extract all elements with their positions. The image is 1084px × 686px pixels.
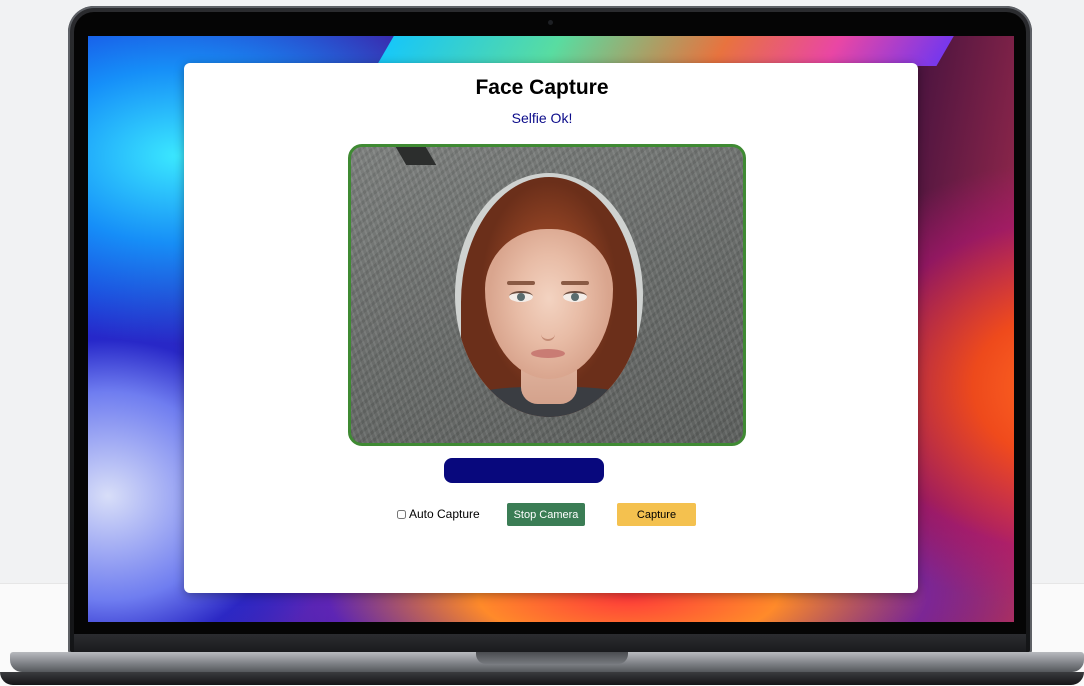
laptop-feet [0,672,1084,685]
stop-camera-button[interactable]: Stop Camera [507,503,585,526]
face-guide-oval [455,173,643,417]
auto-capture-option[interactable]: Auto Capture [397,507,480,521]
left-eye [509,291,533,302]
laptop-base-notch [476,652,628,664]
right-eye [563,291,587,302]
laptop-hinge [74,634,1026,652]
right-eyebrow [561,281,589,285]
webcam-icon [548,20,553,25]
nose [541,309,555,341]
left-eyebrow [507,281,535,285]
auto-capture-label: Auto Capture [409,507,480,521]
page-title: Face Capture [475,76,609,99]
status-message: Selfie Ok! [511,110,573,126]
capture-progress-bar [444,458,604,483]
auto-capture-checkbox[interactable] [397,509,406,519]
capture-button[interactable]: Capture [617,503,696,526]
controls-row: Auto Capture Stop Camera Capture [0,503,1084,527]
camera-preview [348,144,746,446]
background-object [395,147,437,165]
mouth [531,349,565,358]
